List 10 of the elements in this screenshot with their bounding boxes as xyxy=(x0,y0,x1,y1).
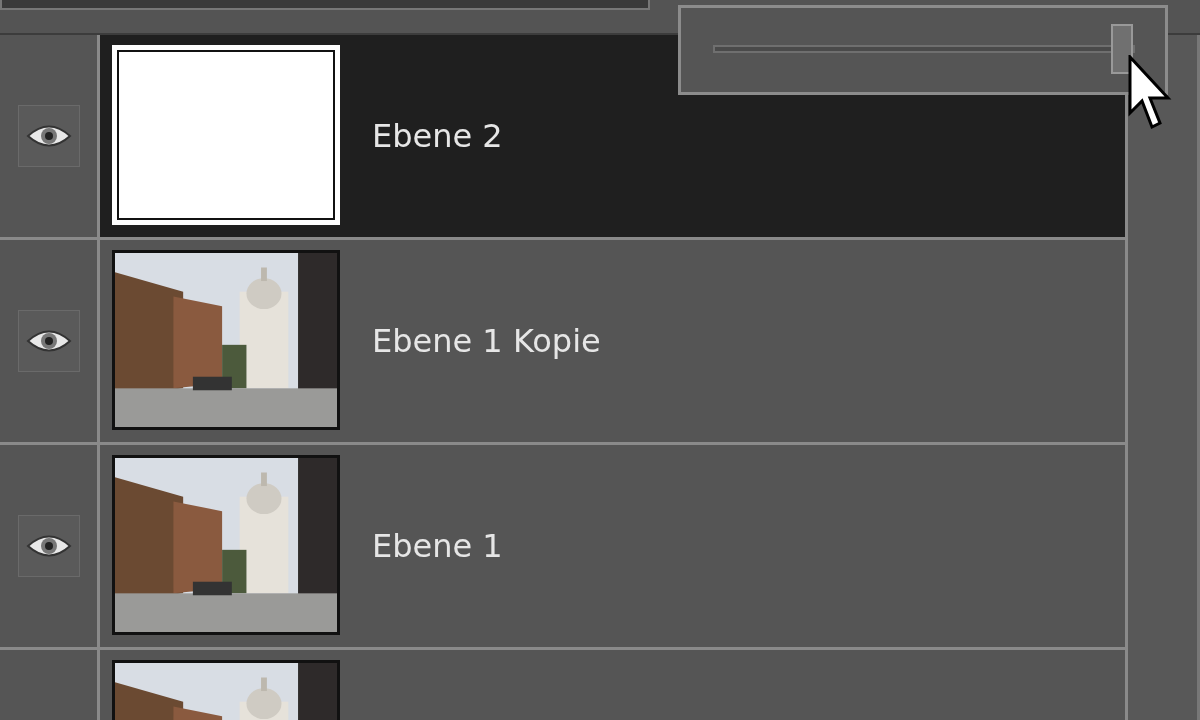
layer-row[interactable]: Ebene 1 Kopie xyxy=(0,240,1125,445)
visibility-toggle[interactable] xyxy=(17,515,80,577)
layer-name: Ebene 1 xyxy=(372,527,503,565)
visibility-toggle[interactable] xyxy=(17,105,80,167)
scrollbar[interactable] xyxy=(1125,35,1200,720)
layer-name: Ebene 2 xyxy=(372,117,503,155)
visibility-toggle[interactable] xyxy=(17,310,80,372)
slider-thumb[interactable] xyxy=(1111,24,1134,74)
layer-name: Ebene 1 Kopie xyxy=(372,322,601,360)
layer-row[interactable]: Ebene 1 xyxy=(0,445,1125,650)
